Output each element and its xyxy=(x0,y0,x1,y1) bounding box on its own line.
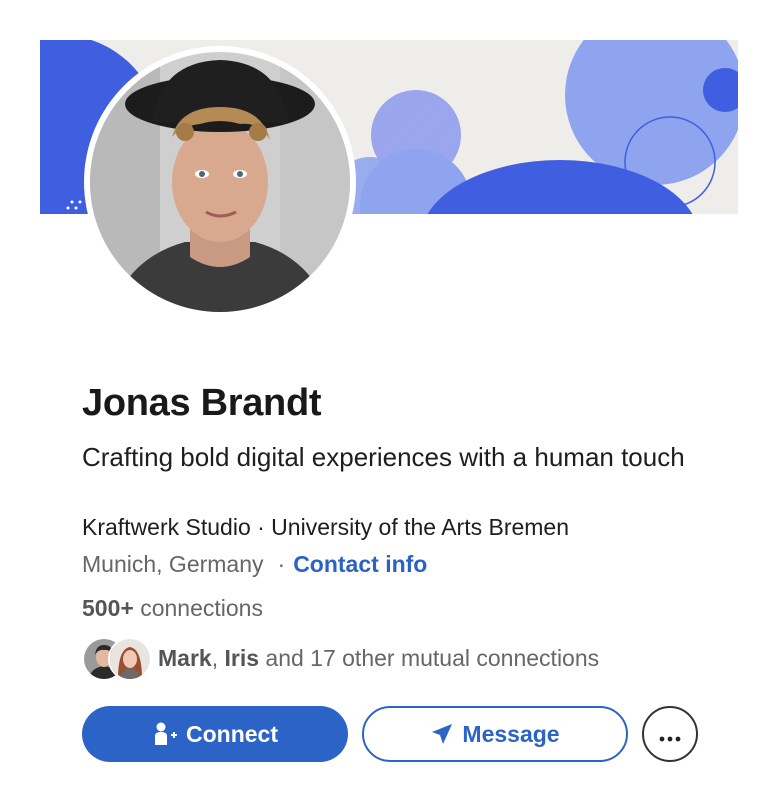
message-label: Message xyxy=(462,720,560,747)
profile-organization[interactable]: Kraftwerk Studio · University of the Art… xyxy=(82,514,569,541)
profile-card: Jonas Brandt Crafting bold digital exper… xyxy=(0,0,779,800)
more-actions-button[interactable] xyxy=(642,706,698,762)
connect-label: Connect xyxy=(186,720,278,747)
person-add-icon xyxy=(152,721,178,747)
profile-name: Jonas Brandt xyxy=(82,382,322,424)
mutual-avatars xyxy=(82,636,152,681)
mutual-name-mark: Mark xyxy=(158,644,212,671)
connections-label: connections xyxy=(140,595,263,621)
mutual-connections[interactable]: Mark, Iris and 17 other mutual connectio… xyxy=(82,636,599,681)
ellipsis-icon xyxy=(659,721,681,748)
profile-avatar[interactable] xyxy=(84,46,356,318)
mutual-avatar-iris xyxy=(108,637,152,681)
contact-info-link[interactable]: Contact info xyxy=(293,551,427,578)
connections-count: 500+ xyxy=(82,595,134,621)
profile-location: Munich, Germany xyxy=(82,551,264,577)
separator-dot: · xyxy=(277,551,286,577)
location-row: Munich, Germany · Contact info xyxy=(82,551,427,578)
connect-button[interactable]: Connect xyxy=(82,706,348,762)
profile-headline: Crafting bold digital experiences with a… xyxy=(82,442,685,472)
connections-count-link[interactable]: 500+ connections xyxy=(82,595,263,622)
mutual-sep: , xyxy=(211,644,225,671)
mutual-rest: and 17 other mutual connections xyxy=(259,644,600,671)
message-button[interactable]: Message xyxy=(362,706,628,762)
paper-plane-icon xyxy=(430,722,454,746)
mutual-name-iris: Iris xyxy=(224,644,260,671)
mutual-connections-text: Mark, Iris and 17 other mutual connectio… xyxy=(158,645,599,672)
